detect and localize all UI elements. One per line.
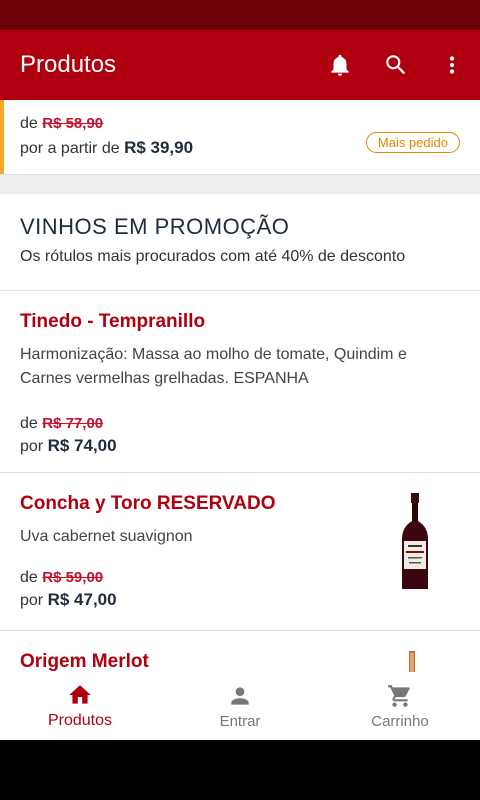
tab-produtos[interactable]: Produtos xyxy=(0,672,160,740)
current-price: R$ 39,90 xyxy=(124,138,194,157)
list-item[interactable]: Origem Merlot xyxy=(0,631,480,672)
search-button[interactable] xyxy=(368,30,424,100)
product-description: Uva cabernet suavignon xyxy=(20,528,193,545)
app-bar: Produtos xyxy=(0,30,480,100)
status-bar xyxy=(0,0,480,30)
current-price: R$ 47,00 xyxy=(47,590,117,609)
de-label: de xyxy=(20,569,38,586)
tab-carrinho[interactable]: Carrinho xyxy=(320,672,480,740)
bell-icon xyxy=(331,54,349,76)
old-price: R$ 58,90 xyxy=(42,115,104,132)
bottom-navigation: Produtos Entrar Carrinho xyxy=(0,672,480,740)
featured-product-card[interactable]: de R$ 58,90 por a partir de R$ 39,90 Mai… xyxy=(0,100,480,174)
notifications-button[interactable] xyxy=(312,30,368,100)
old-price: R$ 77,00 xyxy=(42,415,104,432)
status-badge: Mais pedido xyxy=(365,132,460,153)
list-item[interactable]: Tinedo - Tempranillo Harmonização: Massa… xyxy=(0,291,480,473)
home-icon xyxy=(69,685,91,704)
person-icon xyxy=(231,686,249,705)
por-label: por xyxy=(20,592,44,609)
current-price: R$ 74,00 xyxy=(47,436,117,455)
more-vert-icon xyxy=(449,56,455,74)
tab-entrar[interactable]: Entrar xyxy=(160,672,320,740)
promo-section-header: VINHOS EM PROMOÇÃO Os rótulos mais procu… xyxy=(0,194,480,291)
tab-label: Entrar xyxy=(219,712,261,730)
old-price: R$ 59,00 xyxy=(42,569,104,586)
de-label: de xyxy=(20,415,38,432)
from-label: por a partir de xyxy=(20,140,120,157)
page-title: Produtos xyxy=(20,51,117,78)
por-label: por xyxy=(20,438,44,455)
divider xyxy=(0,174,480,194)
product-name: Tinedo - Tempranillo xyxy=(20,311,206,332)
cart-icon xyxy=(388,684,410,707)
wine-bottle-image xyxy=(409,651,415,672)
product-description: Harmonização: Massa ao molho de tomate, … xyxy=(20,346,407,387)
product-list[interactable]: de R$ 58,90 por a partir de R$ 39,90 Mai… xyxy=(0,100,480,672)
tab-label: Carrinho xyxy=(371,712,429,730)
wine-bottle-image xyxy=(402,493,428,589)
list-item[interactable]: Concha y Toro RESERVADO Uva cabernet sua… xyxy=(0,473,480,631)
product-name: Concha y Toro RESERVADO xyxy=(20,493,276,514)
search-icon xyxy=(386,55,406,75)
more-options-button[interactable] xyxy=(424,30,480,100)
tab-label: Produtos xyxy=(47,712,113,729)
de-label: de xyxy=(20,115,38,132)
section-subtitle: Os rótulos mais procurados com até 40% d… xyxy=(20,248,406,265)
section-title: VINHOS EM PROMOÇÃO xyxy=(20,214,290,239)
system-navigation-bar xyxy=(0,740,480,800)
product-name: Origem Merlot xyxy=(20,651,149,672)
